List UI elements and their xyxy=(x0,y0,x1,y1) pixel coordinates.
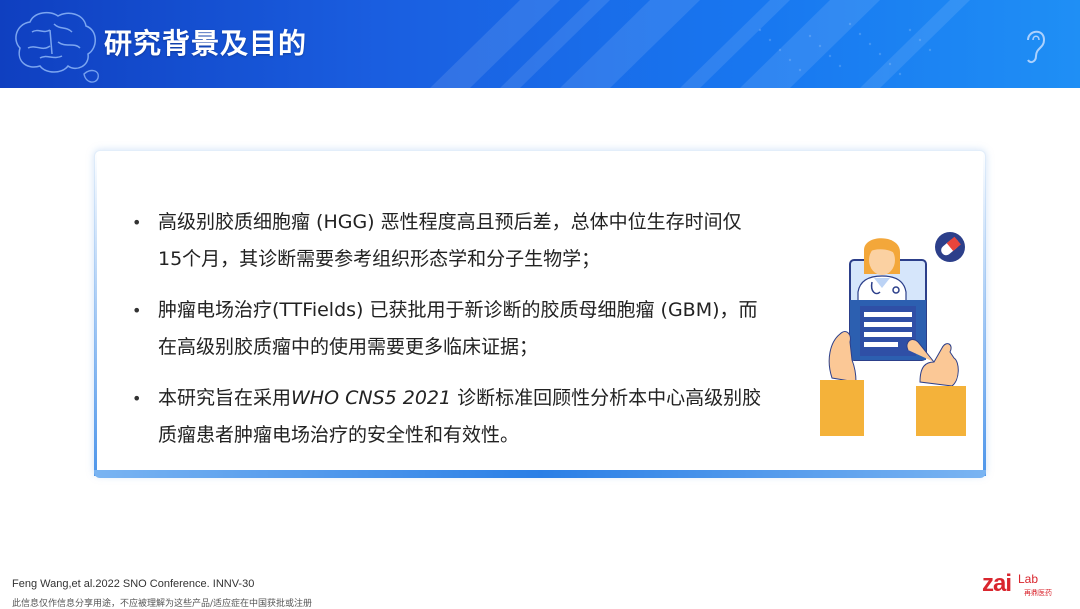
bullet-item: • 本研究旨在采用WHO CNS5 2021 诊断标准回顾性分析本中心高级别胶 … xyxy=(128,380,800,454)
bullet-dot: • xyxy=(132,213,142,232)
disclaimer-text: 此信息仅作信息分享用途，不应被理解为这些产品/适应症在中国获批或注册 xyxy=(12,599,313,609)
bullet-dot: • xyxy=(132,389,142,408)
citation-text: Feng Wang,et al.2022 SNO Conference. INN… xyxy=(12,578,255,590)
bullet-3-prefix: 本研究旨在采用 xyxy=(158,387,292,409)
ear-icon xyxy=(1027,30,1046,64)
page-title: 研究背景及目的 xyxy=(104,27,308,60)
bullet-list: • 高级别胶质细胞瘤 (HGG) 恶性程度高且预后差，总体中位生存时间仅 15个… xyxy=(128,204,800,468)
bullet-item: • 高级别胶质细胞瘤 (HGG) 恶性程度高且预后差，总体中位生存时间仅 15个… xyxy=(128,204,800,278)
bullet-3-suffix: 诊断标准回顾性分析本中心高级别胶 xyxy=(451,387,762,409)
logo-main-text: zai xyxy=(982,570,1012,597)
bullet-3-line-2: 质瘤患者肿瘤电场治疗的安全性和有效性。 xyxy=(158,424,520,446)
logo-lab-text: Lab xyxy=(1018,572,1039,586)
logo-chinese-text: 再鼎医药 xyxy=(1024,589,1052,597)
bullet-2-line-1: 肿瘤电场治疗(TTFields) 已获批用于新诊断的胶质母细胞瘤 (GBM)，而 xyxy=(158,299,758,321)
brain-icon xyxy=(15,11,99,83)
doctor-tablet-illustration xyxy=(820,232,966,436)
card-left-edge xyxy=(94,150,97,476)
zai-lab-logo: zai Lab 再鼎医药 xyxy=(982,570,1054,600)
card-right-edge xyxy=(983,150,986,476)
bullet-2-line-2: 在高级别胶质瘤中的使用需要更多临床证据； xyxy=(158,336,539,358)
card-bottom-bar xyxy=(94,470,986,478)
bullet-item: • 肿瘤电场治疗(TTFields) 已获批用于新诊断的胶质母细胞瘤 (GBM)… xyxy=(128,292,800,366)
header-banner: 研究背景及目的 xyxy=(0,0,1080,88)
bullet-1-line-2: 15个月，其诊断需要参考组织形态学和分子生物学； xyxy=(158,248,601,270)
bullet-dot: • xyxy=(132,301,142,320)
pill-icon xyxy=(935,232,965,262)
bullet-1-line-1: 高级别胶质细胞瘤 (HGG) 恶性程度高且预后差，总体中位生存时间仅 xyxy=(158,211,742,233)
bullet-3-italic: WHO CNS5 2021 xyxy=(291,387,452,409)
